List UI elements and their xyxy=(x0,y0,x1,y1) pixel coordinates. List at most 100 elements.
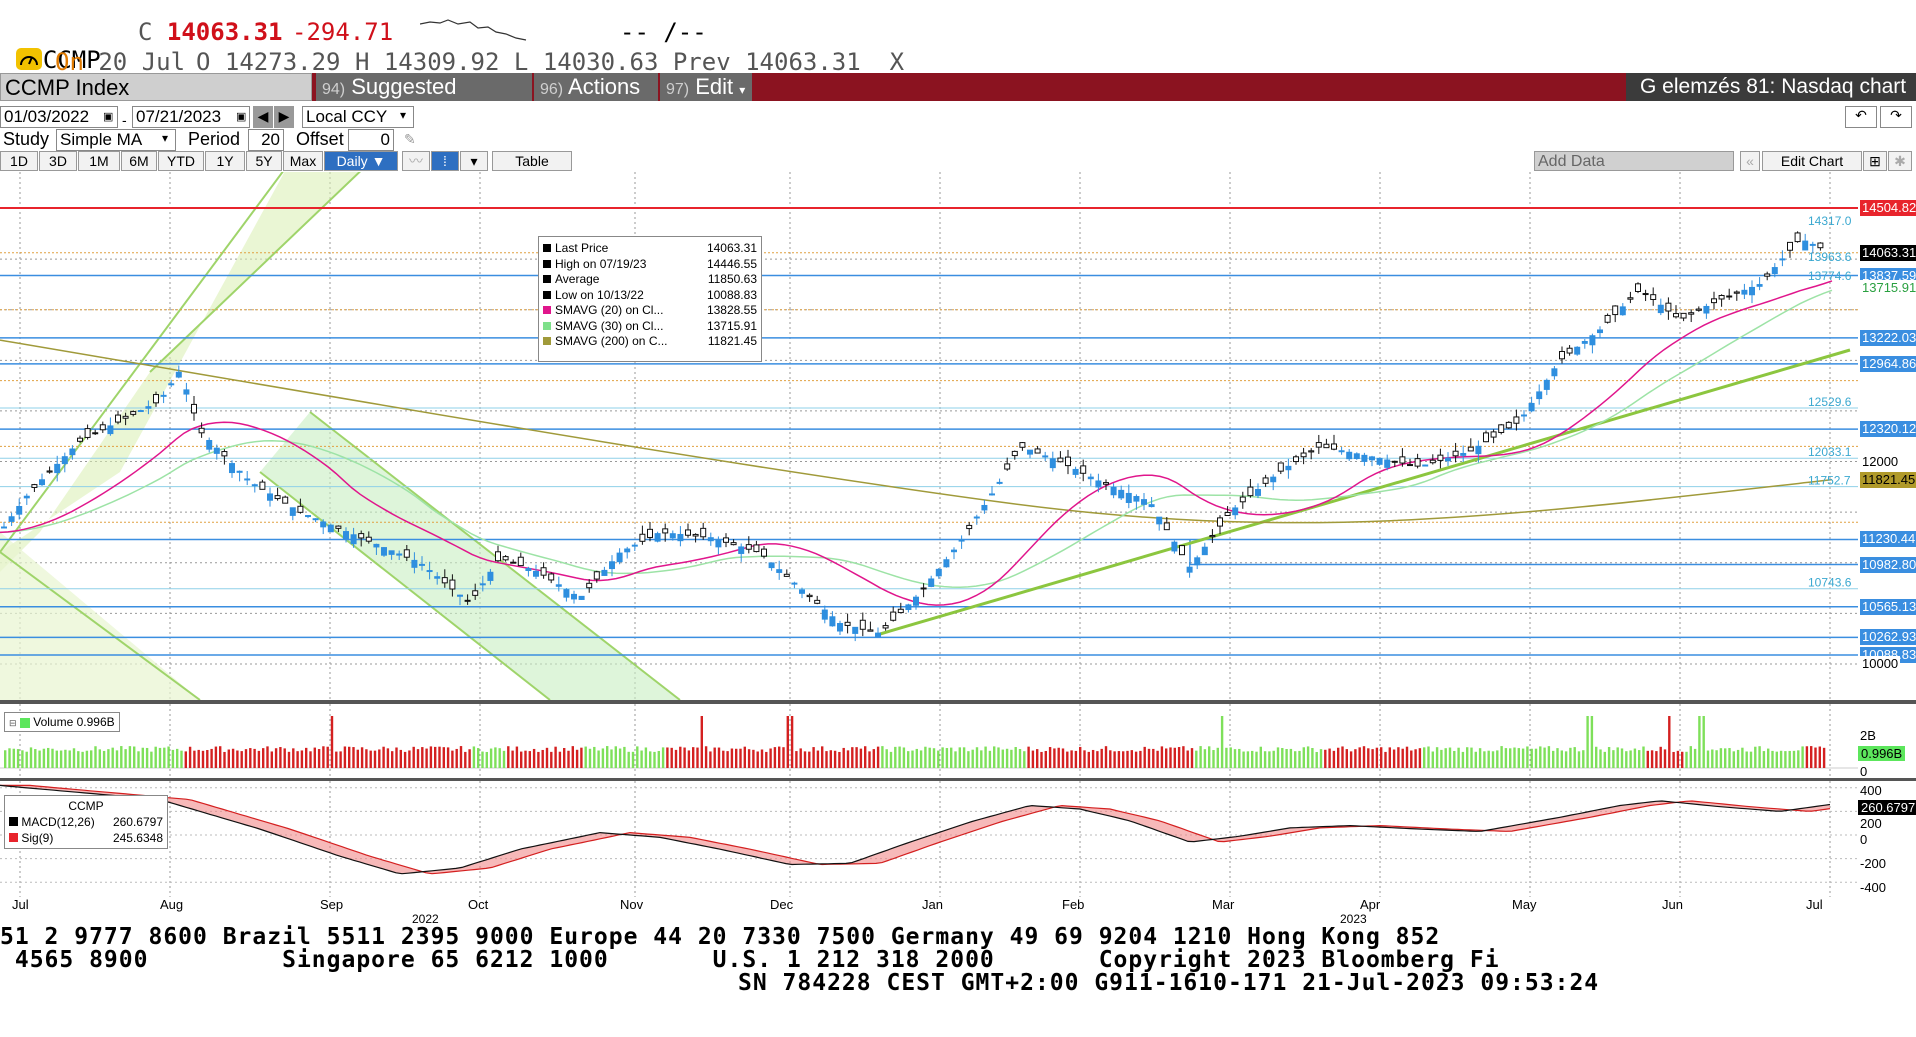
volume-bar xyxy=(842,747,845,768)
volume-bar xyxy=(1543,747,1546,768)
price-tag: 10000 xyxy=(1860,655,1901,672)
legend-swatch xyxy=(543,337,551,345)
candle xyxy=(928,575,935,588)
prev-period-button[interactable]: ◀ xyxy=(253,106,273,128)
macd-legend[interactable]: CCMP MACD(12,26) 260.6797 Sig(9) 245.634… xyxy=(4,795,168,849)
volume-bar xyxy=(1134,751,1138,768)
candle xyxy=(1201,542,1208,556)
volume-bar xyxy=(94,746,97,768)
range-max[interactable]: Max xyxy=(283,151,323,171)
volume-bar xyxy=(1048,747,1052,768)
speed-gauge-icon[interactable] xyxy=(16,48,42,70)
volume-bar xyxy=(1814,747,1817,768)
range-5y[interactable]: 5Y xyxy=(246,151,282,171)
line-chart-icon[interactable]: 〰 xyxy=(402,151,430,171)
volume-bar xyxy=(1130,750,1133,768)
candle xyxy=(814,595,821,605)
study-select[interactable]: Simple MA xyxy=(56,129,176,151)
candle xyxy=(1057,451,1064,463)
volume-bar xyxy=(640,750,643,768)
range-3d[interactable]: 3D xyxy=(39,151,77,171)
range-1d[interactable]: 1D xyxy=(0,151,38,171)
inline-level-label: 13963.6 xyxy=(1808,250,1852,264)
next-period-button[interactable]: ▶ xyxy=(274,106,294,128)
suggested-charts-button[interactable]: 94) Suggested Charts ▾ xyxy=(316,73,532,130)
currency-select[interactable]: Local CCY xyxy=(302,106,414,128)
close-x-button[interactable]: X xyxy=(890,48,904,76)
volume-bar xyxy=(494,747,497,768)
start-date-field[interactable]: 01/03/2022 xyxy=(0,106,118,128)
volume-bar xyxy=(1199,746,1202,768)
candle xyxy=(1194,555,1201,570)
volume-bar xyxy=(1663,749,1667,768)
price-chart[interactable]: 14317.0 13963.6 13774.6 12529.6 12033.1 11752… xyxy=(0,172,1916,700)
change-value: -294.71 xyxy=(292,18,394,46)
price-tag: 12320.12 xyxy=(1860,421,1916,438)
period-input[interactable]: 20 xyxy=(248,129,284,151)
volume-bar xyxy=(1418,748,1422,768)
range-ytd[interactable]: YTD xyxy=(158,151,204,171)
frequency-select[interactable]: Daily ▼ xyxy=(324,151,398,171)
gear-icon[interactable]: ✱ xyxy=(1888,151,1912,171)
sig-swatch xyxy=(9,833,18,842)
calendar-icon[interactable]: ▣ xyxy=(103,110,113,123)
volume-bar xyxy=(902,747,906,768)
volume-bar xyxy=(1306,746,1310,768)
undo-icon[interactable]: ↶ xyxy=(1845,106,1877,128)
volume-bar xyxy=(919,750,923,768)
volume-bar xyxy=(941,747,944,768)
candle xyxy=(1490,429,1497,444)
volume-bar xyxy=(1423,747,1426,768)
volume-bar xyxy=(563,747,566,768)
candle xyxy=(1034,446,1041,454)
volume-bar xyxy=(1444,748,1447,768)
volume-bar xyxy=(1693,748,1697,768)
macd-axis-neg400: -400 xyxy=(1860,880,1887,895)
range-1y[interactable]: 1Y xyxy=(205,151,245,171)
volume-bar xyxy=(1642,746,1645,768)
chart-settings-icon[interactable]: ⊞ xyxy=(1863,151,1887,171)
volume-bar xyxy=(1113,751,1116,768)
period-label: Period xyxy=(188,129,241,149)
legend-label: High on 07/19/23 xyxy=(543,257,646,273)
offset-input[interactable]: 0 xyxy=(348,129,394,151)
candle-chart-icon[interactable]: ⁞ xyxy=(431,151,459,171)
volume-bar xyxy=(1010,749,1013,768)
actions-button[interactable]: 96) Actions ▾ xyxy=(534,73,658,128)
chevron-down-icon[interactable]: ▾ xyxy=(460,151,488,171)
chart-legend[interactable]: Last Price 14063.31 High on 07/19/23 14446.… xyxy=(538,236,762,362)
end-date-field[interactable]: 07/21/2023 xyxy=(132,106,250,128)
volume-bar xyxy=(1784,751,1787,768)
range-1m[interactable]: 1M xyxy=(78,151,120,171)
calendar-icon[interactable]: ▣ xyxy=(236,110,246,123)
volume-bar xyxy=(1706,750,1710,768)
candle xyxy=(1125,484,1132,509)
volume-bar xyxy=(1792,750,1796,768)
volume-bar xyxy=(1147,748,1151,768)
pencil-icon[interactable]: ✎ xyxy=(404,131,416,148)
candle xyxy=(1505,421,1512,429)
volume-bar xyxy=(485,751,488,768)
candle xyxy=(1277,462,1284,475)
candle xyxy=(115,410,121,425)
volume-legend[interactable]: ⊟ Volume 0.996B xyxy=(4,712,120,732)
volume-bar xyxy=(962,747,966,768)
volume-bar xyxy=(550,751,553,768)
candle xyxy=(77,435,83,443)
candle xyxy=(1065,449,1071,475)
add-data-input[interactable]: Add Data xyxy=(1534,151,1734,171)
candle xyxy=(700,522,707,540)
volume-bar xyxy=(765,751,768,768)
index-name-field[interactable]: CCMP Index xyxy=(0,73,312,101)
volume-bar xyxy=(696,747,699,768)
volume-value: 0.996B xyxy=(76,715,115,729)
candle xyxy=(39,473,45,487)
edit-chart-button[interactable]: Edit Chart xyxy=(1762,151,1862,171)
range-6m[interactable]: 6M xyxy=(121,151,157,171)
redo-icon[interactable]: ↷ xyxy=(1880,106,1912,128)
edit-button[interactable]: 97) Edit ▾ xyxy=(660,73,752,101)
table-button[interactable]: Table xyxy=(492,151,572,171)
double-chevron-left-icon[interactable]: « xyxy=(1740,151,1760,171)
volume-bar xyxy=(649,751,652,768)
month-label: Oct xyxy=(468,897,489,912)
